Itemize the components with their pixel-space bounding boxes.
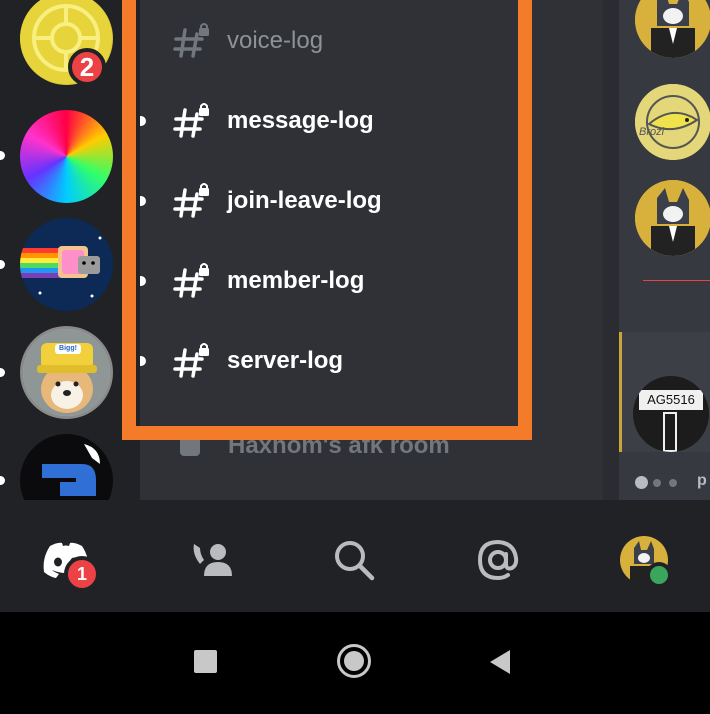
friends-tab[interactable] [182, 530, 242, 590]
channel-member-log[interactable]: member-log [140, 256, 520, 306]
server-notification-badge: 2 [68, 48, 106, 86]
cat-avatar-icon [635, 180, 710, 256]
search-icon [335, 541, 375, 581]
channel-message-log[interactable]: message-log [140, 96, 520, 146]
channel-label: member-log [227, 267, 365, 294]
recents-button[interactable] [194, 650, 217, 673]
page-dot-active [635, 476, 648, 489]
preview-text: p [697, 472, 707, 489]
channel-label: Haxhom's afk room [228, 432, 450, 459]
page-dot [653, 479, 661, 487]
mention-icon [477, 539, 519, 581]
locked-channel-icon [173, 23, 209, 58]
android-navigation-bar [0, 612, 710, 714]
sign-text: AG5516 [639, 390, 703, 410]
user-avatar[interactable] [635, 180, 710, 256]
server-icon-shiba[interactable] [20, 326, 113, 419]
unread-indicator [0, 151, 5, 160]
channel-server-log[interactable]: server-log [140, 336, 520, 386]
avatar-caption: Brozi [639, 126, 665, 138]
channel-join-leave-log[interactable]: join-leave-log [140, 176, 520, 226]
server-icon-dark-logo[interactable] [20, 434, 113, 500]
unread-dot [140, 196, 146, 206]
back-button[interactable] [488, 648, 512, 676]
locked-channel-icon [173, 183, 209, 218]
mentions-tab[interactable] [468, 530, 528, 590]
unread-dot [140, 276, 146, 286]
unread-dot [140, 116, 146, 126]
sign-image: AG5516 [633, 376, 709, 452]
user-avatar[interactable] [635, 84, 710, 160]
channel-label: join-leave-log [227, 187, 382, 214]
unread-dot [140, 356, 146, 366]
server-rail: 2 Bigg! [0, 0, 140, 500]
locked-channel-icon [173, 103, 209, 138]
page-dot [669, 479, 677, 487]
nyan-cat-icon [20, 236, 102, 298]
bottom-navigation: 1 [0, 500, 710, 612]
online-status-indicator [646, 562, 672, 588]
channel-voice-log[interactable]: voice-log [140, 16, 520, 66]
user-avatar[interactable] [635, 0, 710, 58]
sign-post [663, 412, 677, 452]
channel-label: voice-log [227, 27, 324, 54]
unread-indicator [0, 476, 5, 485]
channel-label: server-log [227, 347, 344, 374]
server-icon-rainbow[interactable] [20, 110, 113, 203]
server-icon-nyan-cat[interactable] [20, 218, 113, 311]
fish-logo-icon [635, 84, 710, 160]
profile-avatar [620, 536, 672, 588]
home-button[interactable] [337, 644, 371, 678]
voice-channel-icon [180, 436, 200, 456]
channel-label: message-log [227, 107, 374, 134]
dark-logo-icon [42, 444, 100, 496]
channel-afk-room[interactable]: Haxhom's afk room [180, 432, 450, 460]
locked-channel-icon [173, 263, 209, 298]
home-button-dot [344, 651, 364, 671]
home-notification-badge: 1 [64, 556, 100, 592]
chat-preview-panel: Brozi AG5516 p [603, 0, 710, 500]
unread-indicator [0, 260, 5, 269]
unread-indicator [0, 368, 5, 377]
channel-list: voice-log message-log join-leave-log mem… [140, 0, 603, 500]
new-messages-divider [643, 280, 710, 281]
cat-avatar-icon [635, 0, 710, 58]
locked-channel-icon [173, 343, 209, 378]
shiba-avatar-icon [23, 329, 110, 416]
friends-icon [193, 544, 232, 576]
search-tab[interactable] [324, 530, 384, 590]
hat-logo-text: Bigg! [55, 344, 81, 354]
profile-tab[interactable] [614, 530, 674, 590]
